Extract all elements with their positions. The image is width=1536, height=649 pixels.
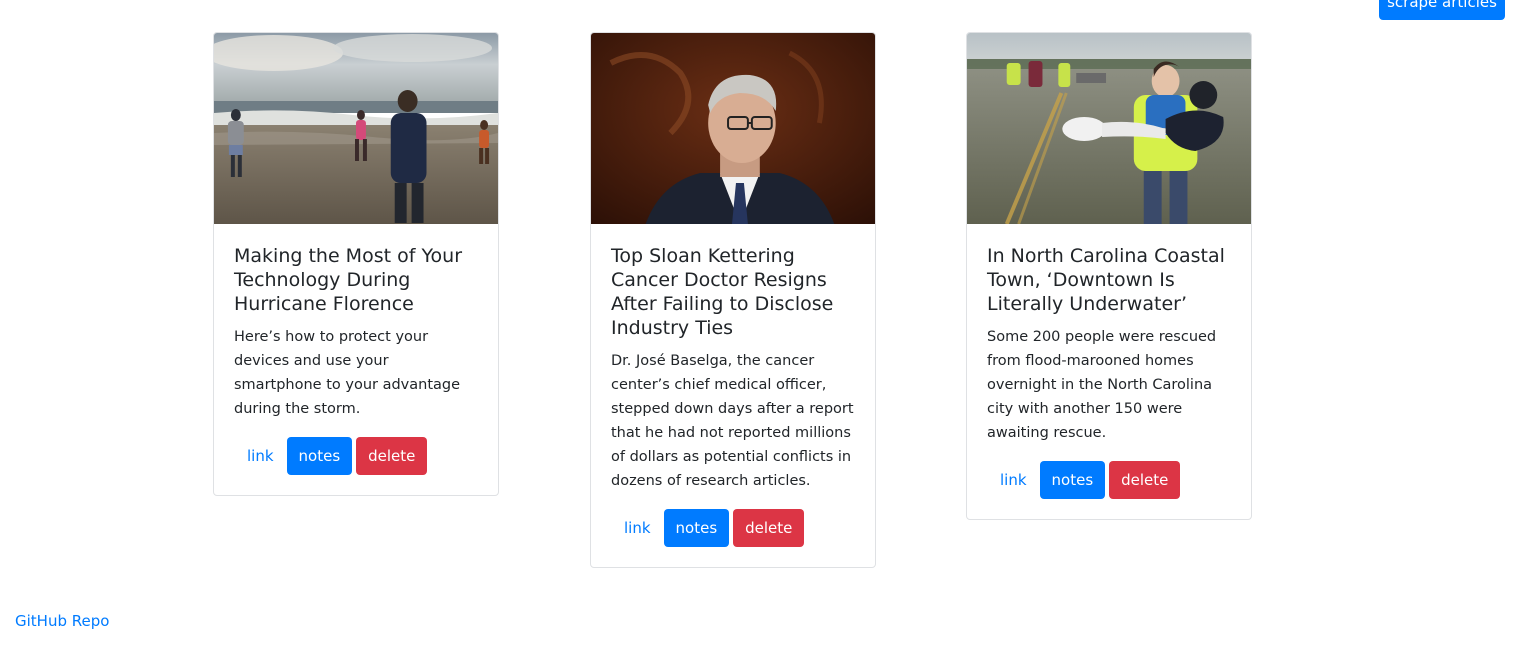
article-actions: link notes delete	[987, 461, 1231, 499]
article-card: Making the Most of Your Technology Durin…	[213, 32, 499, 496]
delete-button[interactable]: delete	[356, 437, 428, 475]
article-link[interactable]: link	[234, 437, 287, 475]
article-link[interactable]: link	[987, 461, 1040, 499]
article-summary: Some 200 people were rescued from flood-…	[987, 329, 1217, 441]
delete-button[interactable]: delete	[733, 509, 805, 547]
article-title: In North Carolina Coastal Town, ‘Downtow…	[987, 245, 1225, 315]
article-actions: link notes delete	[234, 437, 478, 475]
scrape-articles-button[interactable]: scrape articles	[1379, 0, 1505, 20]
article-actions: link notes delete	[611, 509, 855, 547]
article-link[interactable]: link	[611, 509, 664, 547]
article-card: Top Sloan Kettering Cancer Doctor Resign…	[590, 32, 876, 568]
article-summary: Dr. José Baselga, the cancer center’s ch…	[611, 353, 854, 489]
article-title: Making the Most of Your Technology Durin…	[234, 245, 462, 315]
article-card: In North Carolina Coastal Town, ‘Downtow…	[966, 32, 1252, 520]
notes-button[interactable]: notes	[286, 437, 353, 475]
article-title: Top Sloan Kettering Cancer Doctor Resign…	[611, 245, 834, 339]
article-image-doctor	[591, 33, 875, 224]
article-image-beach	[214, 33, 498, 224]
notes-button[interactable]: notes	[1039, 461, 1106, 499]
notes-button[interactable]: notes	[663, 509, 730, 547]
article-summary: Here’s how to protect your devices and u…	[234, 329, 461, 417]
delete-button[interactable]: delete	[1109, 461, 1181, 499]
github-repo-link[interactable]: GitHub Repo	[15, 612, 109, 630]
article-image-flood-rescue	[967, 33, 1251, 224]
